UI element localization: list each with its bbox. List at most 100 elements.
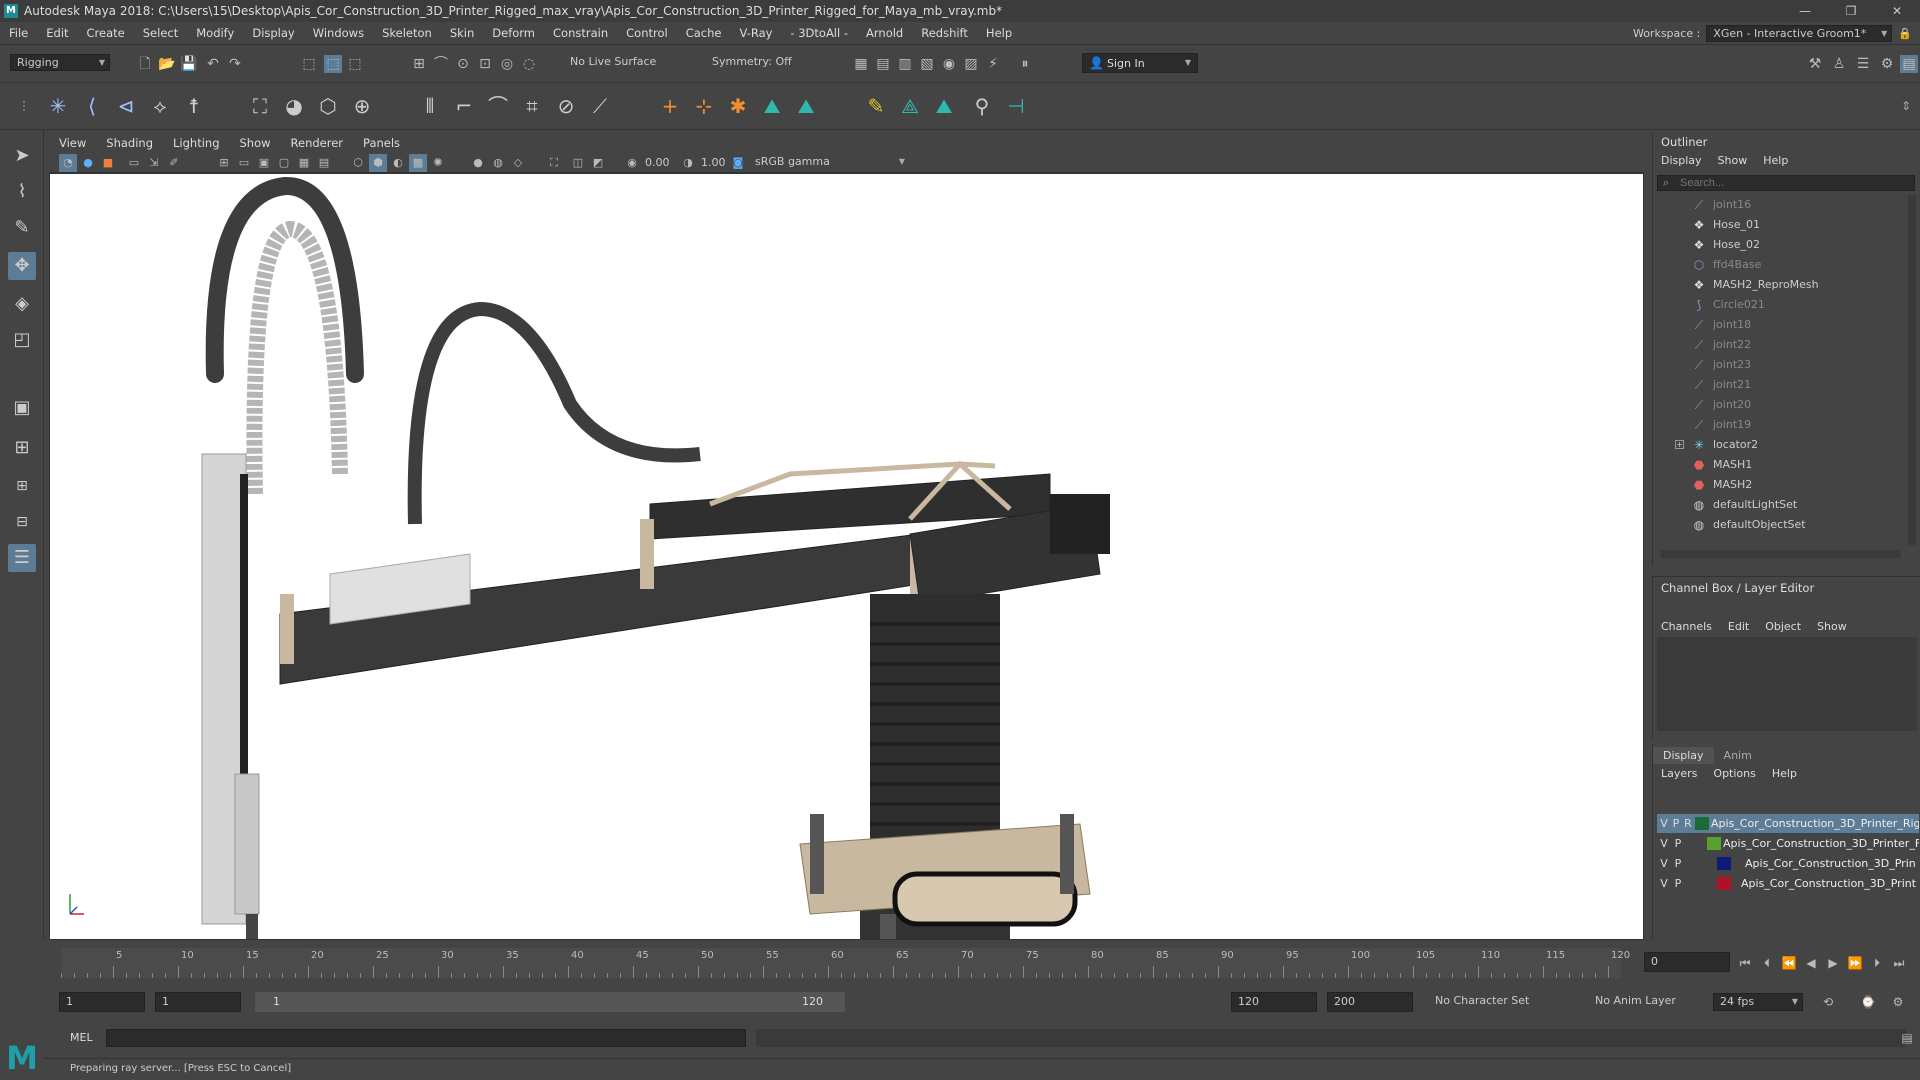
render-settings-icon[interactable]: ▧ (918, 55, 936, 73)
outliner-scrollbar[interactable] (1908, 195, 1916, 545)
menu-deform[interactable]: Deform (483, 26, 544, 40)
vp-menu-renderer[interactable]: Renderer (281, 136, 354, 150)
menu-select[interactable]: Select (134, 26, 187, 40)
color-management-icon[interactable]: ◙ (729, 154, 747, 172)
play-forward-icon[interactable]: ▶ (1824, 954, 1842, 972)
joint-orient-icon[interactable]: ⊹ (690, 92, 718, 120)
ik-spline-icon[interactable]: ⊲ (112, 92, 140, 120)
joint-tool-icon[interactable]: ✳ (44, 92, 72, 120)
wireframe-on-shaded-icon[interactable]: ◐ (389, 154, 407, 172)
scale-tool-icon[interactable]: ◰ (8, 326, 36, 354)
snap-live-icon[interactable]: ◌ (520, 55, 538, 73)
orient-constraint-icon[interactable]: ⌒ (484, 92, 512, 120)
layer-color-swatch[interactable] (1707, 837, 1721, 850)
outliner-item-joint20[interactable]: ⟋ joint20 (1653, 395, 1903, 415)
component-editor-icon[interactable]: ⊣ (1002, 92, 1030, 120)
vp-menu-view[interactable]: View (49, 136, 96, 150)
2d-pan-icon[interactable]: ⇲ (145, 154, 163, 172)
outliner-item-joint22[interactable]: ⟋ joint22 (1653, 335, 1903, 355)
shelf-options-icon[interactable]: ⋮ (10, 92, 38, 120)
vp-menu-show[interactable]: Show (230, 136, 281, 150)
vray-ipr-icon[interactable]: ⚡ (984, 55, 1002, 73)
isolate-select-icon[interactable]: ⛶ (545, 154, 563, 172)
layout-b-icon[interactable]: ⊟ (8, 508, 36, 536)
mirror-weights-icon[interactable]: ⟁ (896, 92, 924, 120)
tab-display[interactable]: Display (1653, 747, 1714, 764)
cb-menu-channels[interactable]: Channels (1653, 620, 1720, 633)
outliner-item-joint19[interactable]: ⟋ joint19 (1653, 415, 1903, 435)
current-frame-field[interactable]: 0 (1644, 952, 1730, 972)
single-pane-icon[interactable]: ▣ (8, 394, 36, 422)
xray-icon[interactable]: ◫ (569, 154, 587, 172)
layout-a-icon[interactable]: ⊞ (8, 472, 36, 500)
display-layer-row[interactable]: V P Apis_Cor_Construction_3D_Printer_F (1657, 834, 1919, 853)
attribute-editor-icon[interactable]: ☰ (1854, 55, 1872, 73)
command-language-label[interactable]: MEL (70, 1031, 93, 1044)
lock-icon[interactable]: 🔒 (1898, 27, 1912, 40)
select-tool-icon[interactable]: ➤ (8, 142, 36, 170)
step-back-icon[interactable]: ⏴ (1758, 954, 1776, 972)
xray-joints-icon[interactable]: ◩ (589, 154, 607, 172)
vp-menu-shading[interactable]: Shading (96, 136, 163, 150)
tool-settings-icon[interactable]: ⚙ (1878, 55, 1896, 73)
paint-select-icon[interactable]: ✎ (8, 214, 36, 242)
layer-color-swatch[interactable] (1695, 817, 1709, 830)
outliner-item-hose_01[interactable]: ❖ Hose_01 (1653, 215, 1903, 235)
sign-in-button[interactable]: 👤 Sign In ▼ (1082, 53, 1198, 73)
outliner-item-defaultobjectset[interactable]: ◍ defaultObjectSet (1653, 515, 1903, 535)
menu-file[interactable]: File (0, 26, 37, 40)
vp-menu-panels[interactable]: Panels (353, 136, 410, 150)
skeleton-rig-icon[interactable]: ✱ (724, 92, 752, 120)
ambient-occlusion-icon[interactable]: ◍ (489, 154, 507, 172)
scale-constraint-icon[interactable]: ⌗ (518, 92, 546, 120)
layer-visibility-toggle[interactable]: V (1657, 874, 1671, 893)
select-component-icon[interactable]: ⬚ (346, 55, 364, 73)
loop-icon[interactable]: ⟲ (1819, 993, 1837, 1011)
film-gate-icon[interactable]: ▭ (235, 154, 253, 172)
menu-constrain[interactable]: Constrain (544, 26, 617, 40)
open-scene-icon[interactable]: 📂 (158, 55, 176, 73)
wireframe-icon[interactable]: ⬡ (349, 154, 367, 172)
camera-attr-icon[interactable]: ● (79, 154, 97, 172)
layer-playback-toggle[interactable]: P (1671, 854, 1685, 873)
menu-arnold[interactable]: Arnold (857, 26, 912, 40)
shadows-icon[interactable]: ● (469, 154, 487, 172)
layer-color-swatch[interactable] (1717, 877, 1731, 890)
menu-control[interactable]: Control (617, 26, 677, 40)
step-forward-key-icon[interactable]: ⏩ (1846, 954, 1864, 972)
layer-visibility-toggle[interactable]: V (1657, 854, 1671, 873)
move-tool-icon[interactable]: ✥ (8, 252, 36, 280)
render-view-icon[interactable]: ▦ (852, 55, 870, 73)
paint-weights-icon[interactable]: ✎ (862, 92, 890, 120)
layers-menu-options[interactable]: Options (1705, 767, 1763, 780)
menu-edit[interactable]: Edit (37, 26, 77, 40)
layer-reference-toggle[interactable]: R (1681, 814, 1695, 833)
symmetry-dropdown[interactable]: Symmetry: Off (706, 54, 806, 71)
perspective-viewport[interactable] (49, 173, 1644, 940)
outliner-item-locator2[interactable]: + ✳ locator2 (1653, 435, 1903, 455)
start-time-field[interactable]: 1 (59, 992, 145, 1012)
minimize-icon[interactable]: — (1782, 0, 1828, 22)
camera-select-icon[interactable]: ◔ (59, 154, 77, 172)
bind-skin-icon[interactable]: ⛶ (246, 92, 274, 120)
humanik-icon[interactable]: ☨ (180, 92, 208, 120)
ipr-render-icon[interactable]: ▥ (896, 55, 914, 73)
redo-icon[interactable]: ↷ (226, 55, 244, 73)
menu-vray[interactable]: V-Ray (730, 26, 781, 40)
snap-curve-icon[interactable]: ⌒ (432, 55, 450, 73)
fps-dropdown[interactable]: 24 fps ▼ (1713, 993, 1803, 1011)
step-forward-icon[interactable]: ⏵ (1868, 954, 1886, 972)
outliner-item-circle021[interactable]: ⟆ Circle021 (1653, 295, 1903, 315)
menu-create[interactable]: Create (78, 26, 134, 40)
cluster-icon[interactable]: ⊕ (348, 92, 376, 120)
command-input[interactable] (106, 1029, 746, 1047)
anim-layer-dropdown[interactable]: No Anim Layer (1589, 993, 1699, 1010)
textured-icon[interactable]: ▩ (409, 154, 427, 172)
menu-skin[interactable]: Skin (441, 26, 483, 40)
close-icon[interactable]: ✕ (1874, 0, 1920, 22)
end-time-field[interactable]: 200 (1327, 992, 1413, 1012)
smooth-shade-icon[interactable]: ⬢ (369, 154, 387, 172)
hypershade-icon[interactable]: ◉ (940, 55, 958, 73)
pause-icon[interactable]: ⏸ (1016, 55, 1034, 73)
lattice-icon[interactable]: ⬡ (314, 92, 342, 120)
